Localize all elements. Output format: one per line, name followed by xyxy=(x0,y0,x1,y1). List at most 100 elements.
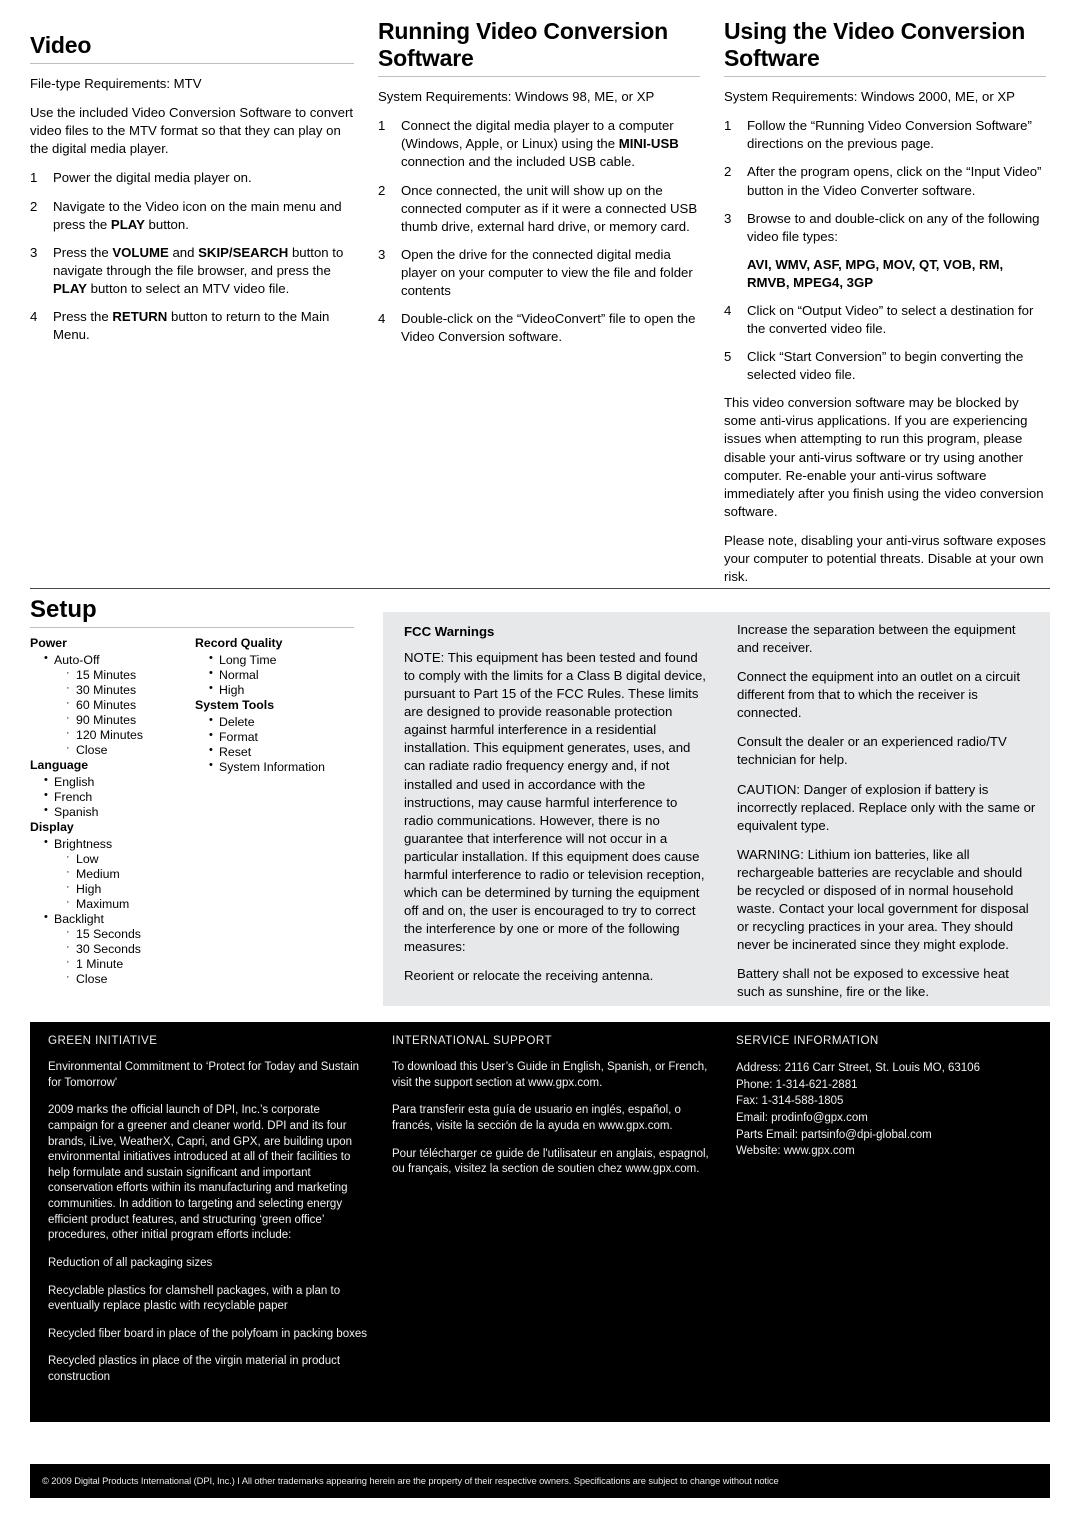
using-system-requirements: System Requirements: Windows 2000, ME, o… xyxy=(724,89,1015,105)
supported-file-types: AVI, WMV, ASF, MPG, MOV, QT, VOB, RM, RM… xyxy=(747,256,1004,290)
running-steps-list: 1 Connect the digital media player to a c… xyxy=(378,117,700,346)
title-rule xyxy=(30,63,354,65)
step-number: 2 xyxy=(378,182,386,198)
setup-subitem-label: 120 Minutes xyxy=(76,727,143,742)
list-item: • Delete xyxy=(209,713,360,730)
step-text: Press the RETURN button to return to the… xyxy=(53,308,330,342)
list-item: • Backlight · 15 Seconds · 30 Seconds · 1 Mi… xyxy=(44,910,195,987)
green-bullet-2: Recyclable plastics for clamshell packag… xyxy=(48,1284,341,1313)
list-item: · 90 Minutes xyxy=(66,712,195,728)
fcc-measure-3: Connect the equipment into an outlet on … xyxy=(737,669,1020,721)
list-item: • Auto-Off · 15 Minutes · 30 Minutes · 60 Mi… xyxy=(44,651,195,758)
step-number: 2 xyxy=(724,164,732,180)
service-email: Email: prodinfo@gpx.com xyxy=(736,1112,868,1125)
title-rule xyxy=(378,76,700,78)
antivirus-note-1: This video conversion software may be bl… xyxy=(724,395,1044,519)
fcc-battery-note: Battery shall not be exposed to excessiv… xyxy=(737,966,1009,1000)
list-item: 2 Once connected, the unit will show up o… xyxy=(378,182,700,236)
list-item: • Format xyxy=(209,729,360,745)
service-phone: Phone: 1-314-621-2881 xyxy=(736,1078,858,1091)
step-number: 3 xyxy=(378,246,386,262)
using-steps-list-a: 1 Follow the “Running Video Conversion So… xyxy=(724,117,1046,245)
setup-group-title: Power xyxy=(30,636,67,650)
green-bullet-1: Reduction of all packaging sizes xyxy=(48,1256,213,1269)
setup-sub-items: · 15 Minutes · 30 Minutes · 60 Minutes · 90 … xyxy=(54,667,195,758)
step-text: Open the drive for the connected digital… xyxy=(401,246,693,298)
copyright-text: © 2009 Digital Products International (D… xyxy=(42,1475,779,1487)
footer-info-panel: GREEN INITIATIVE Environmental Commitmen… xyxy=(30,1022,1050,1422)
list-item: • High xyxy=(209,681,360,698)
antivirus-note-2: Please note, disabling your anti-virus s… xyxy=(724,532,1046,584)
setup-column-right: Record Quality • Long Time • Normal • High … xyxy=(195,636,360,987)
setup-item-label: Long Time xyxy=(219,652,277,667)
step-text: Connect the digital media player to a co… xyxy=(401,118,679,170)
bullet-icon: · xyxy=(66,850,70,863)
bullet-icon: · xyxy=(66,895,70,908)
step-number: 3 xyxy=(724,210,732,226)
bullet-icon: · xyxy=(66,925,70,938)
international-support-heading: INTERNATIONAL SUPPORT xyxy=(392,1034,552,1047)
step-number: 1 xyxy=(30,170,38,186)
bullet-icon: • xyxy=(44,651,48,664)
list-item: · Close xyxy=(66,742,195,758)
setup-group-items: • English • French • Spanish xyxy=(30,773,195,820)
setup-heading-block: Setup xyxy=(30,596,354,639)
setup-item-label: Reset xyxy=(219,744,252,759)
step-text: Navigate to the Video icon on the main m… xyxy=(53,198,342,232)
fcc-caution: CAUTION: Danger of explosion if battery … xyxy=(737,781,1036,833)
list-item: · 30 Seconds xyxy=(66,940,195,957)
list-item: • Long Time xyxy=(209,652,360,668)
list-item: 3 Press the VOLUME and SKIP/SEARCH button… xyxy=(30,244,354,298)
setup-item-label: Brightness xyxy=(54,836,113,851)
list-item: 4 Double-click on the “VideoConvert” file… xyxy=(378,310,700,346)
step-text: Press the VOLUME and SKIP/SEARCH button … xyxy=(53,244,344,296)
step-number: 1 xyxy=(724,118,732,134)
setup-item-label: Format xyxy=(219,729,258,744)
setup-item-label: English xyxy=(54,774,95,789)
green-body-paragraph: 2009 marks the official launch of DPI, I… xyxy=(48,1104,353,1242)
fcc-panel-title: FCC Warnings xyxy=(404,624,495,639)
support-text-english: To download this User’s Guide in English… xyxy=(392,1061,708,1089)
bullet-icon: · xyxy=(66,970,70,983)
bullet-icon: • xyxy=(209,681,213,694)
setup-sub-items: · 15 Seconds · 30 Seconds · 1 Minute · Close xyxy=(54,925,195,987)
list-item: • System Information xyxy=(209,759,360,775)
bullet-icon: • xyxy=(209,713,213,726)
list-item: 1 Connect the digital media player to a c… xyxy=(378,117,700,171)
setup-section-divider xyxy=(30,588,1050,589)
step-number: 4 xyxy=(724,302,732,318)
setup-item-label: Spanish xyxy=(54,804,99,819)
bullet-icon: · xyxy=(66,940,70,953)
top-columns-region: Video File-type Requirements: MTV Use th… xyxy=(30,18,1050,597)
section-title-video: Video xyxy=(30,32,92,58)
green-initiative-column: GREEN INITIATIVE Environmental Commitmen… xyxy=(42,1030,374,1398)
list-item: • Spanish xyxy=(44,804,195,820)
bullet-icon: • xyxy=(44,910,48,923)
list-item: 2 After the program opens, click on the “… xyxy=(724,163,1046,199)
setup-group-items: • Delete • Format • Reset • System Informati… xyxy=(195,713,360,775)
service-information-column: SERVICE INFORMATION Address: 2116 Carr S… xyxy=(730,1030,1062,1398)
video-steps-list: 1 Power the digital media player on. 2 Nav… xyxy=(30,169,354,344)
bullet-icon: · xyxy=(66,696,70,709)
copyright-bar: © 2009 Digital Products International (D… xyxy=(30,1464,1050,1498)
green-initiative-heading: GREEN INITIATIVE xyxy=(48,1034,158,1047)
bullet-icon: · xyxy=(66,865,70,878)
setup-subitem-label: Close xyxy=(76,742,108,757)
footer-panel-columns: GREEN INITIATIVE Environmental Commitmen… xyxy=(42,1030,1062,1398)
list-item: · Low xyxy=(66,850,195,867)
section-title-using: Using the Video Conversion Software xyxy=(724,18,1026,72)
step-text: Click on “Output Video” to select a dest… xyxy=(747,302,1034,337)
setup-column-left: Power • Auto-Off · 15 Minutes · 30 Minutes … xyxy=(30,636,195,987)
setup-subitem-label: Medium xyxy=(76,866,120,881)
list-item: 4 Click on “Output Video” to select a des… xyxy=(724,302,1046,338)
bullet-icon: • xyxy=(209,666,213,679)
service-website: Website: www.gpx.com xyxy=(736,1145,855,1158)
running-system-requirements: System Requirements: Windows 98, ME, or … xyxy=(378,89,655,105)
fcc-column-left: FCC Warnings NOTE: This equipment has be… xyxy=(404,621,710,1012)
setup-subitem-label: Close xyxy=(76,971,108,986)
step-number: 1 xyxy=(378,118,386,134)
list-item: • Brightness · Low · Medium · High · Maximum xyxy=(44,836,195,912)
list-item: · 15 Seconds xyxy=(66,925,195,942)
list-item: · 120 Minutes xyxy=(66,727,195,743)
bullet-icon: • xyxy=(44,773,48,786)
